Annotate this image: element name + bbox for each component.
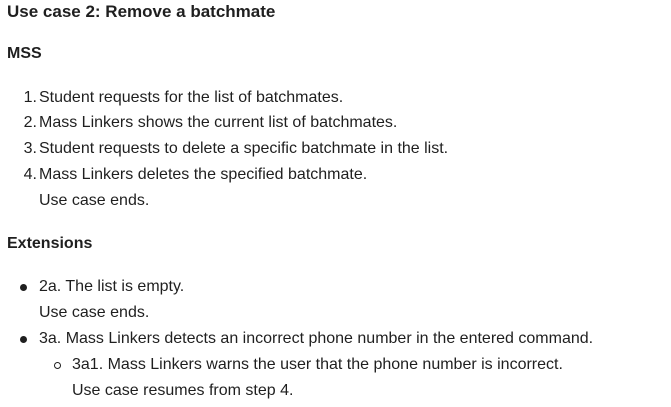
step-number: 2. bbox=[23, 114, 37, 131]
mss-heading: MSS bbox=[7, 45, 42, 62]
bullet-icon bbox=[20, 284, 27, 291]
extensions-heading: Extensions bbox=[7, 235, 93, 252]
mss-step: Mass Linkers deletes the specified batch… bbox=[39, 166, 368, 183]
sub-extension-followup: Use case resumes from step 4. bbox=[72, 382, 294, 399]
extension-item: 3a. Mass Linkers detects an incorrect ph… bbox=[39, 330, 594, 347]
step-number: 4. bbox=[23, 166, 37, 183]
bullet-icon bbox=[20, 336, 27, 343]
hollow-bullet-icon bbox=[54, 362, 61, 369]
document: Use case 2: Remove a batchmate MSS 1. St… bbox=[0, 0, 671, 407]
step-number: 1. bbox=[23, 89, 37, 106]
step-number: 3. bbox=[23, 140, 37, 157]
extension-item: 2a. The list is empty. bbox=[39, 278, 185, 295]
extension-followup: Use case ends. bbox=[39, 304, 150, 321]
mss-step: Student requests to delete a specific ba… bbox=[39, 140, 449, 157]
mss-step: Mass Linkers shows the current list of b… bbox=[39, 114, 398, 131]
use-case-title: Use case 2: Remove a batchmate bbox=[7, 2, 276, 21]
mss-step: Student requests for the list of batchma… bbox=[39, 89, 344, 106]
sub-extension-item: 3a1. Mass Linkers warns the user that th… bbox=[72, 356, 563, 373]
mss-ending: Use case ends. bbox=[39, 192, 150, 209]
